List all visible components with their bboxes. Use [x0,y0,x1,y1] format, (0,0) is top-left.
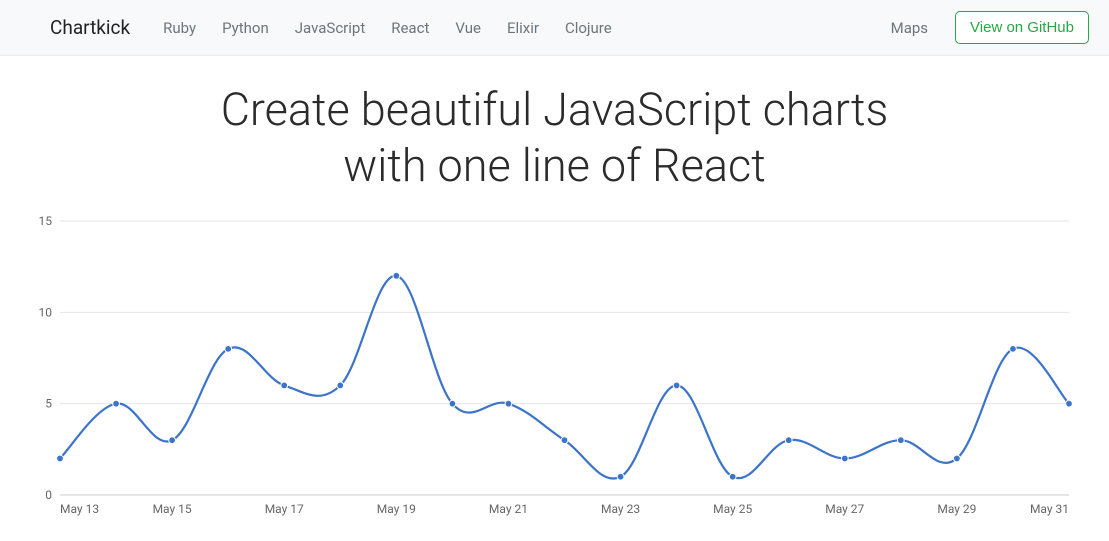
data-point[interactable] [57,455,64,462]
page-title: Create beautiful JavaScript charts with … [40,82,1069,195]
nav-link-react[interactable]: React [382,13,438,43]
chart-container: 0 5 10 15 May 13 May 15 May 17 May 19 May 21 May … [0,213,1109,533]
data-point[interactable] [169,436,176,443]
nav-link-python[interactable]: Python [213,13,278,43]
y-tick-label: 0 [45,488,52,502]
data-point[interactable] [1066,400,1073,407]
data-point[interactable] [113,400,120,407]
page-title-line1: Create beautiful JavaScript charts [221,83,889,136]
data-point[interactable] [729,473,736,480]
data-point[interactable] [225,345,232,352]
y-tick-label: 5 [45,396,52,410]
x-tick: May 31 [1030,502,1069,516]
x-tick-label: May 29 [937,502,976,516]
nav-link-clojure[interactable]: Clojure [556,13,621,43]
x-tick-label: May 25 [713,502,752,516]
data-point[interactable] [617,473,624,480]
navbar: Chartkick Ruby Python JavaScript React V… [0,0,1109,56]
x-tick: May 29 [937,502,976,516]
data-point[interactable] [897,436,904,443]
x-tick: May 17 [265,502,304,516]
nav-link-javascript[interactable]: JavaScript [286,13,374,43]
nav-link-vue[interactable]: Vue [446,13,490,43]
x-tick-label: May 13 [60,502,99,516]
hero: Create beautiful JavaScript charts with … [0,56,1109,213]
x-tick-label: May 21 [489,502,528,516]
data-point[interactable] [337,382,344,389]
x-tick-label: May 15 [153,502,192,516]
x-tick: May 13 [60,502,99,516]
x-tick: May 19 [377,502,416,516]
data-point[interactable] [281,382,288,389]
x-tick-label: May 23 [601,502,640,516]
x-tick-label: May 19 [377,502,416,516]
data-point[interactable] [393,272,400,279]
x-tick: May 15 [153,502,192,516]
brand[interactable]: Chartkick [20,10,142,45]
data-point[interactable] [785,436,792,443]
line-chart: 0 5 10 15 May 13 May 15 May 17 May 19 May 21 May … [30,213,1079,523]
y-tick-label: 10 [39,305,53,319]
nav-link-maps[interactable]: Maps [882,13,937,43]
data-point[interactable] [449,400,456,407]
data-point[interactable] [1010,345,1017,352]
x-tick-label: May 17 [265,502,304,516]
x-tick-label: May 31 [1030,502,1069,516]
x-tick-label: May 27 [825,502,864,516]
page-title-line2: with one line of React [343,139,765,192]
x-tick: May 21 [489,502,528,516]
nav-link-elixir[interactable]: Elixir [498,13,548,43]
x-tick: May 27 [825,502,864,516]
x-tick: May 25 [713,502,752,516]
x-tick: May 23 [601,502,640,516]
y-tick-label: 15 [39,214,53,228]
data-point[interactable] [673,382,680,389]
data-point[interactable] [561,436,568,443]
nav-link-ruby[interactable]: Ruby [154,13,205,43]
view-on-github-button[interactable]: View on GitHub [955,11,1089,44]
y-tick: 10 [39,305,1070,319]
series-line [60,275,1069,478]
data-point[interactable] [505,400,512,407]
data-point[interactable] [841,455,848,462]
y-tick: 15 [39,214,1070,228]
data-point[interactable] [953,455,960,462]
